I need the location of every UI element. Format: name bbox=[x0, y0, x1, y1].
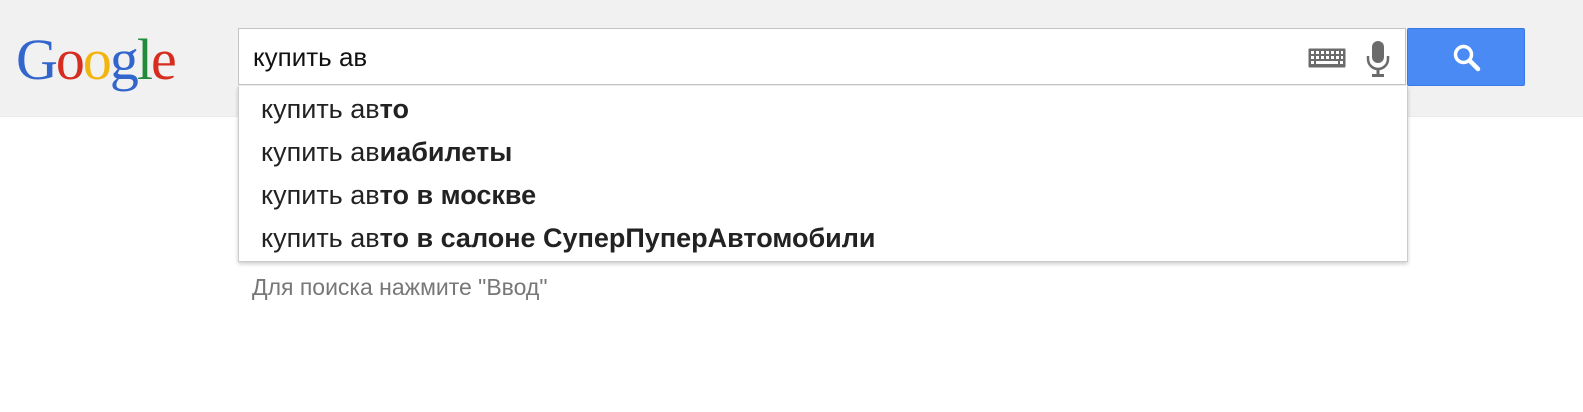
search-box[interactable] bbox=[238, 28, 1406, 86]
suggestion-item[interactable]: купить авто в салоне СуперПуперАвтомобил… bbox=[239, 217, 1407, 260]
logo-letter-g: G bbox=[16, 27, 58, 92]
keyboard-icon[interactable] bbox=[1308, 48, 1346, 68]
suggestions-dropdown: купить авто купить авиабилеты купить авт… bbox=[238, 86, 1408, 262]
search-button[interactable] bbox=[1407, 28, 1525, 86]
logo-letter-o2: o bbox=[82, 27, 112, 92]
suggestion-item[interactable]: купить авто в москве bbox=[239, 174, 1407, 217]
google-logo[interactable]: Google bbox=[16, 20, 177, 100]
search-input[interactable] bbox=[253, 29, 1293, 86]
suggestion-typed-text: купить ав bbox=[261, 94, 380, 124]
suggestion-completion-text: иабилеты bbox=[379, 137, 513, 167]
enter-hint: Для поиска нажмите "Ввод" bbox=[252, 274, 548, 300]
logo-letter-g2: g bbox=[109, 27, 139, 92]
search-icon bbox=[1453, 44, 1481, 72]
logo-letter-e: e bbox=[151, 27, 177, 92]
suggestion-typed-text: купить ав bbox=[261, 223, 380, 253]
suggestion-completion-text: то в салоне СуперПуперАвтомобили bbox=[379, 223, 876, 253]
logo-letter-l: l bbox=[136, 27, 153, 92]
suggestion-typed-text: купить ав bbox=[261, 180, 380, 210]
suggestion-item[interactable]: купить авто bbox=[239, 88, 1407, 131]
suggestion-typed-text: купить ав bbox=[261, 137, 380, 167]
suggestion-item[interactable]: купить авиабилеты bbox=[239, 131, 1407, 174]
logo-letter-o1: o bbox=[55, 27, 85, 92]
suggestion-completion-text: то в москве bbox=[379, 180, 537, 210]
microphone-icon[interactable] bbox=[1365, 40, 1391, 78]
suggestion-completion-text: то bbox=[379, 94, 409, 124]
